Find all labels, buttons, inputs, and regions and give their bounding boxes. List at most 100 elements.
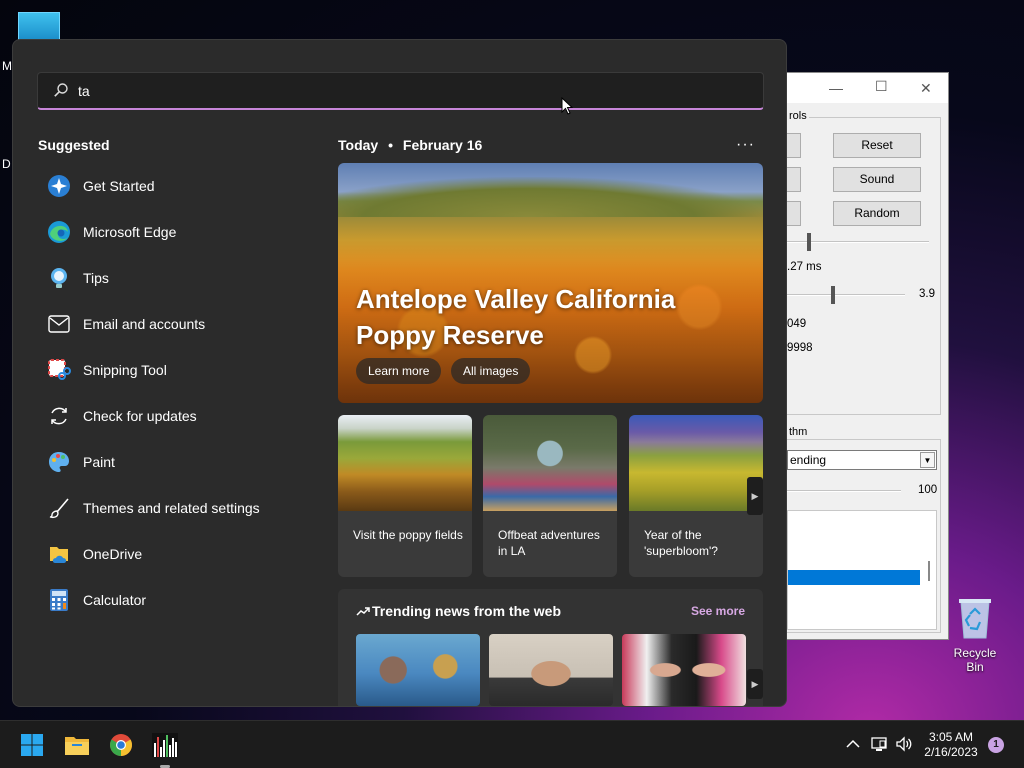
refresh-icon bbox=[47, 404, 71, 428]
today-label: Today bbox=[338, 137, 379, 153]
suggested-item-label: Check for updates bbox=[83, 408, 197, 424]
chevron-up-icon[interactable] bbox=[844, 735, 862, 753]
reset-button[interactable]: Reset bbox=[833, 133, 921, 158]
delay-value: .27 ms bbox=[787, 261, 822, 273]
mail-icon bbox=[47, 312, 71, 336]
suggested-item-themes[interactable]: Themes and related settings bbox=[47, 490, 297, 526]
controls-group-label: rols bbox=[787, 110, 809, 122]
suggested-item-paint[interactable]: Paint bbox=[47, 444, 297, 480]
search-icon bbox=[54, 83, 68, 97]
suggested-item-tips[interactable]: Tips bbox=[47, 260, 297, 296]
chevron-down-icon[interactable]: ▼ bbox=[920, 452, 935, 468]
card-image bbox=[338, 415, 472, 511]
close-icon[interactable]: ✕ bbox=[920, 80, 932, 97]
hero-card[interactable]: Antelope Valley California Poppy Reserve… bbox=[338, 163, 763, 403]
slider-track[interactable] bbox=[787, 294, 905, 296]
trending-title: Trending news from the web bbox=[356, 603, 561, 619]
chevron-right-icon[interactable]: ▶ bbox=[747, 477, 763, 515]
running-app-button[interactable] bbox=[151, 731, 179, 759]
minimize-icon[interactable]: — bbox=[829, 80, 843, 96]
suggested-item-label: Calculator bbox=[83, 592, 147, 608]
trending-news-panel: Trending news from the web See more ▶ bbox=[338, 589, 763, 706]
sort-visualizer-icon bbox=[152, 733, 178, 757]
clock-time: 3:05 AM bbox=[928, 730, 974, 744]
folder-icon bbox=[65, 737, 89, 755]
news-thumbnail[interactable] bbox=[356, 634, 480, 706]
suggested-item-check-for-updates[interactable]: Check for updates bbox=[47, 398, 297, 434]
news-thumbnail[interactable] bbox=[622, 634, 746, 706]
scrollbar-thumb[interactable] bbox=[928, 561, 930, 581]
mouse-pointer-icon bbox=[561, 97, 573, 115]
chrome-button[interactable] bbox=[107, 731, 135, 759]
calculator-icon bbox=[47, 588, 71, 612]
recycle-bin-label: Recycle Bin bbox=[953, 646, 997, 674]
suggested-item-calculator[interactable]: Calculator bbox=[47, 582, 297, 618]
suggested-item-microsoft-edge[interactable]: Microsoft Edge bbox=[47, 214, 297, 250]
clock[interactable]: 3:05 AM 2/16/2023 bbox=[916, 730, 986, 760]
desktop-icon[interactable] bbox=[18, 12, 60, 42]
button-fragment[interactable] bbox=[787, 201, 801, 226]
onedrive-icon bbox=[47, 542, 71, 566]
start-menu: Suggested Get Started Microsoft Edge Tip… bbox=[12, 39, 787, 707]
window-titlebar[interactable]: — ☐ ✕ bbox=[787, 73, 948, 103]
chrome-icon bbox=[110, 734, 132, 756]
maximize-icon[interactable]: ☐ bbox=[875, 78, 888, 95]
network-icon[interactable] bbox=[870, 735, 888, 753]
suggested-item-onedrive[interactable]: OneDrive bbox=[47, 536, 297, 572]
desktop-label-fragment: D bbox=[2, 157, 11, 171]
all-images-button[interactable]: All images bbox=[451, 358, 531, 384]
separator-dot: • bbox=[388, 137, 393, 153]
desktop-label-fragment: M bbox=[2, 59, 12, 73]
hero-image-hills bbox=[338, 177, 763, 217]
background-app-window[interactable]: — ☐ ✕ rols Reset Sound Random .27 ms 3.9… bbox=[786, 72, 949, 640]
start-button[interactable] bbox=[18, 731, 46, 759]
card-image bbox=[629, 415, 763, 511]
volume-icon[interactable] bbox=[895, 735, 913, 753]
story-card-superbloom[interactable]: Year of the 'superbloom'? bbox=[629, 415, 763, 577]
file-explorer-button[interactable] bbox=[63, 731, 91, 759]
button-fragment[interactable] bbox=[787, 167, 801, 192]
button-fragment[interactable] bbox=[787, 133, 801, 158]
learn-more-button[interactable]: Learn more bbox=[356, 358, 442, 384]
news-thumbnail[interactable] bbox=[489, 634, 613, 706]
search-box[interactable] bbox=[37, 72, 764, 110]
suggested-item-get-started[interactable]: Get Started bbox=[47, 168, 297, 204]
notification-badge[interactable]: 1 bbox=[988, 737, 1004, 753]
chevron-right-icon[interactable]: ▶ bbox=[747, 669, 763, 699]
slider-track[interactable] bbox=[787, 490, 901, 492]
taskbar: 3:05 AM 2/16/2023 1 bbox=[0, 720, 1024, 768]
recycle-bin-icon bbox=[956, 596, 994, 640]
suggested-item-label: Snipping Tool bbox=[83, 362, 167, 378]
suggested-item-snipping-tool[interactable]: Snipping Tool bbox=[47, 352, 297, 388]
card-caption: Offbeat adventures in LA bbox=[498, 528, 600, 558]
suggested-item-label: Microsoft Edge bbox=[83, 224, 177, 240]
slider-thumb[interactable] bbox=[831, 286, 835, 304]
clock-date: 2/16/2023 bbox=[924, 745, 978, 759]
stat-value: 049 bbox=[787, 318, 807, 330]
list-box[interactable] bbox=[787, 510, 937, 630]
paint-icon bbox=[47, 450, 71, 474]
story-card-offbeat-adventures[interactable]: Offbeat adventures in LA bbox=[483, 415, 617, 577]
windows-logo-icon bbox=[21, 734, 43, 756]
selected-list-item[interactable] bbox=[788, 570, 920, 585]
recycle-bin[interactable]: Recycle Bin bbox=[944, 596, 1006, 674]
suggested-item-label: Email and accounts bbox=[83, 316, 206, 332]
sound-button[interactable]: Sound bbox=[833, 167, 921, 192]
order-combobox[interactable]: ending ▼ bbox=[787, 450, 937, 470]
search-input[interactable] bbox=[78, 80, 678, 102]
today-header: Today • February 16 bbox=[338, 137, 482, 153]
see-more-link[interactable]: See more bbox=[691, 604, 745, 618]
suggested-item-email-and-accounts[interactable]: Email and accounts bbox=[47, 306, 297, 342]
more-options-icon[interactable]: ··· bbox=[736, 136, 755, 154]
random-button[interactable]: Random bbox=[833, 201, 921, 226]
tips-icon bbox=[47, 266, 71, 290]
suggested-title: Suggested bbox=[38, 137, 110, 153]
card-caption: Year of the 'superbloom'? bbox=[644, 528, 718, 558]
suggested-item-label: Paint bbox=[83, 454, 115, 470]
slider-thumb[interactable] bbox=[807, 233, 811, 251]
count-value: 100 bbox=[918, 484, 938, 496]
story-card-poppy-fields[interactable]: Visit the poppy fields bbox=[338, 415, 472, 577]
card-caption: Visit the poppy fields bbox=[353, 528, 463, 542]
trending-title-text: Trending news from the web bbox=[372, 603, 562, 619]
stat-value: 9998 bbox=[787, 342, 813, 354]
